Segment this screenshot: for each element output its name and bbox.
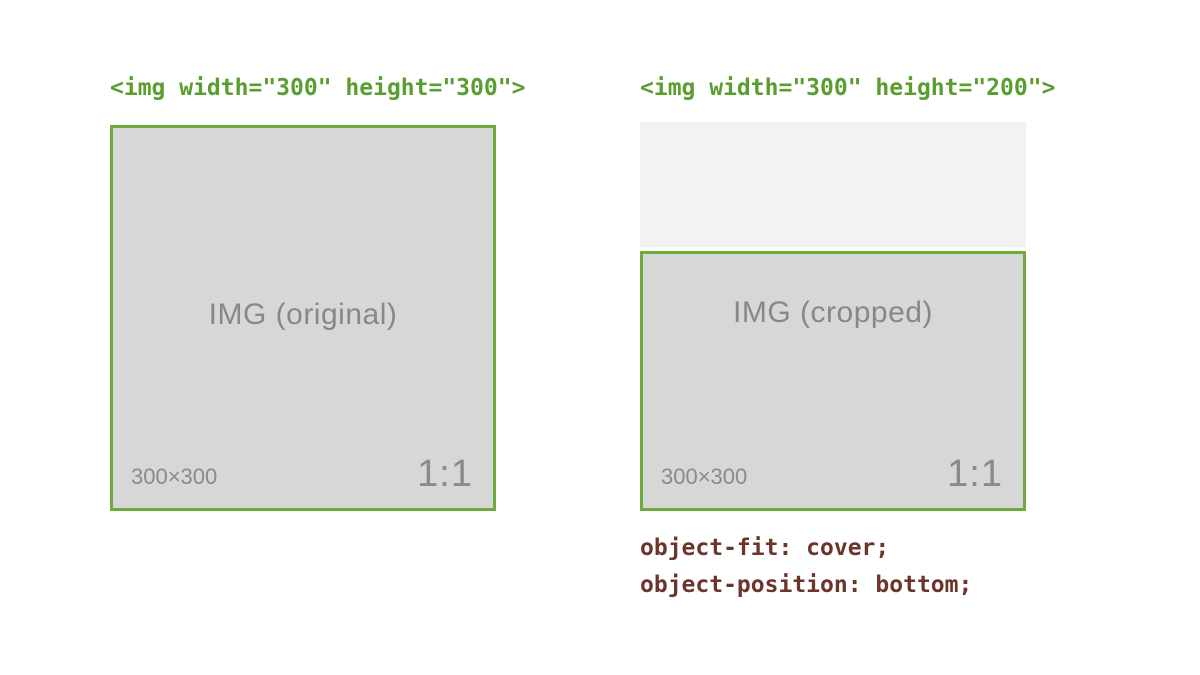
original-image-frame: IMG (original) 300×300 1:1 <box>110 125 496 511</box>
panel-cropped: <img width="300" height="200"> IMG (crop… <box>640 75 1070 600</box>
css-object-fit: object-fit: cover; <box>640 535 1070 563</box>
original-dimensions-text: 300×300 <box>131 464 217 490</box>
original-img-tag: <img width="300" height="300"> <box>110 75 540 103</box>
cropped-placeholder-label: IMG (cropped) <box>733 296 933 330</box>
cropped-stack: IMG (cropped) 300×300 1:1 <box>640 125 1026 511</box>
original-placeholder-label: IMG (original) <box>209 298 398 332</box>
cropped-image-frame: IMG (cropped) 300×300 1:1 <box>640 251 1026 511</box>
diagram-canvas: <img width="300" height="300"> IMG (orig… <box>0 0 1200 675</box>
cropped-ghost-area <box>640 122 1026 247</box>
original-ratio-text: 1:1 <box>417 453 473 496</box>
css-object-position: object-position: bottom; <box>640 572 1070 600</box>
cropped-ratio-text: 1:1 <box>947 453 1003 496</box>
panel-original: <img width="300" height="300"> IMG (orig… <box>110 75 540 511</box>
cropped-css-block: object-fit: cover; object-position: bott… <box>640 535 1070 600</box>
cropped-dimensions-text: 300×300 <box>661 464 747 490</box>
cropped-img-tag: <img width="300" height="200"> <box>640 75 1070 103</box>
